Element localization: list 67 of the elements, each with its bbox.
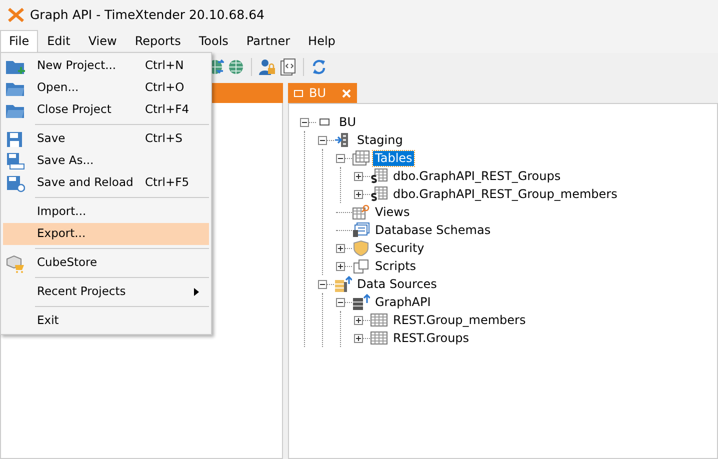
tree-item[interactable]: Database Schemas xyxy=(373,222,493,238)
menu-item[interactable]: View xyxy=(79,30,126,53)
menu-item[interactable]: File xyxy=(0,30,38,53)
menu-item[interactable]: Close Project Ctrl+F4 xyxy=(3,99,209,121)
save-icon xyxy=(5,152,25,170)
tree-item[interactable]: Security xyxy=(373,240,426,256)
tab-label: BU xyxy=(309,85,328,102)
tree-item[interactable]: dbo.GraphAPI_REST_Group_members xyxy=(391,186,620,202)
tree-item[interactable]: Staging xyxy=(355,132,405,148)
tree-item[interactable]: BU xyxy=(337,114,358,130)
tree-item[interactable]: dbo.GraphAPI_REST_Groups xyxy=(391,168,563,184)
menu-item[interactable]: CubeStore xyxy=(3,252,209,274)
cube-cart-icon xyxy=(5,254,25,272)
menu-item[interactable]: Save As... xyxy=(3,150,209,172)
table-icon xyxy=(370,168,388,184)
collapse-icon[interactable] xyxy=(336,154,345,162)
menu-item[interactable]: Save and Reload Ctrl+F5 xyxy=(3,172,209,194)
expand-icon[interactable] xyxy=(336,244,345,252)
menu-item[interactable]: Import... xyxy=(3,201,209,223)
menu-item[interactable]: Save Ctrl+S xyxy=(3,128,209,150)
tree-item[interactable]: REST.Groups xyxy=(391,330,472,346)
script-icon xyxy=(352,258,370,274)
schema-icon xyxy=(352,222,370,238)
tree-item[interactable]: Views xyxy=(373,204,412,220)
tree-item[interactable]: Tables xyxy=(373,150,414,166)
logo-icon xyxy=(8,8,24,22)
submenu-arrow-icon xyxy=(194,288,199,296)
expand-icon[interactable] xyxy=(354,190,363,198)
globe-icon[interactable] xyxy=(227,58,245,76)
table-icon xyxy=(352,204,370,220)
tree-item[interactable]: Scripts xyxy=(373,258,418,274)
menu-item[interactable]: Edit xyxy=(38,30,80,53)
database-icon xyxy=(334,276,352,292)
tree-item[interactable]: REST.Group_members xyxy=(391,312,528,328)
menu-item[interactable]: Help xyxy=(299,30,344,53)
save-icon xyxy=(5,174,25,192)
close-icon[interactable] xyxy=(342,88,351,98)
menu-item[interactable]: Open... Ctrl+O xyxy=(3,77,209,99)
menu-item[interactable]: Tools xyxy=(190,30,238,53)
expand-icon[interactable] xyxy=(336,262,345,270)
tree-item[interactable]: GraphAPI xyxy=(373,294,433,310)
expand-icon[interactable] xyxy=(354,316,363,324)
database-icon xyxy=(352,294,370,310)
table-icon xyxy=(370,330,388,346)
table-icon xyxy=(352,150,370,166)
menu-item[interactable]: Exit xyxy=(3,310,209,332)
collapse-icon[interactable] xyxy=(336,298,345,306)
tree-item[interactable]: Data Sources xyxy=(355,276,439,292)
tab-icon xyxy=(294,90,303,96)
menu-item[interactable]: Export... xyxy=(3,223,209,245)
collapse-icon[interactable] xyxy=(300,118,309,126)
expand-icon[interactable] xyxy=(354,172,363,180)
user-lock-icon[interactable] xyxy=(258,58,276,76)
table-icon xyxy=(370,186,388,202)
table-icon xyxy=(370,312,388,328)
expand-icon[interactable] xyxy=(354,334,363,342)
menu-item[interactable]: Recent Projects xyxy=(3,281,209,303)
menu-item[interactable]: Reports xyxy=(126,30,190,53)
shield-icon xyxy=(352,240,370,256)
refresh-icon[interactable] xyxy=(310,58,328,76)
collapse-icon[interactable] xyxy=(318,136,327,144)
script-icon[interactable] xyxy=(279,58,297,76)
collapse-icon[interactable] xyxy=(318,280,327,288)
menu-item[interactable]: Partner xyxy=(237,30,300,53)
menu-item[interactable]: New Project... Ctrl+N xyxy=(3,55,209,77)
save-icon xyxy=(5,130,25,148)
window-title: Graph API - TimeXtender 20.10.68.64 xyxy=(30,6,264,24)
